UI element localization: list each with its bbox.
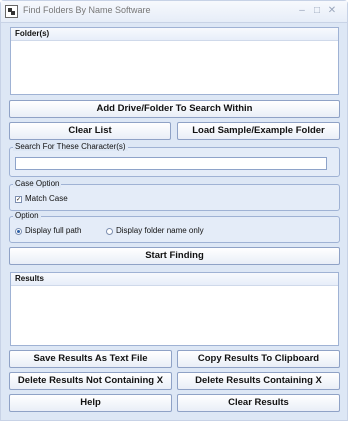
full-path-radio[interactable] xyxy=(15,228,22,235)
case-option-title: Case Option xyxy=(13,179,62,188)
delete-results-not-containing-button[interactable]: Delete Results Not Containing X xyxy=(9,372,172,390)
folders-header: Folder(s) xyxy=(11,28,338,41)
search-group-title: Search For These Character(s) xyxy=(13,142,128,151)
window-title: Find Folders By Name Software xyxy=(23,5,151,15)
start-finding-button[interactable]: Start Finding xyxy=(9,247,340,265)
folder-name-only-radio[interactable] xyxy=(106,228,113,235)
add-drive-folder-button[interactable]: Add Drive/Folder To Search Within xyxy=(9,100,340,118)
maximize-icon[interactable]: □ xyxy=(310,5,324,17)
case-option-group: Case Option ✓ Match Case xyxy=(9,179,340,211)
folders-list[interactable]: Folder(s) xyxy=(10,27,339,95)
clear-results-button[interactable]: Clear Results xyxy=(177,394,340,412)
folder-name-only-label: Display folder name only xyxy=(116,226,204,235)
app-window: Find Folders By Name Software – □ ✕ Fold… xyxy=(0,0,348,421)
match-case-checkbox[interactable]: ✓ xyxy=(15,196,22,203)
match-case-label: Match Case xyxy=(25,194,68,203)
load-sample-folder-button[interactable]: Load Sample/Example Folder xyxy=(177,122,340,140)
close-icon[interactable]: ✕ xyxy=(325,5,339,17)
help-button[interactable]: Help xyxy=(9,394,172,412)
save-results-text-button[interactable]: Save Results As Text File xyxy=(9,350,172,368)
app-icon xyxy=(5,5,18,18)
results-header: Results xyxy=(11,273,338,286)
clear-list-button[interactable]: Clear List xyxy=(9,122,171,140)
search-input[interactable] xyxy=(15,157,327,170)
copy-results-clipboard-button[interactable]: Copy Results To Clipboard xyxy=(177,350,340,368)
results-list[interactable]: Results xyxy=(10,272,339,346)
delete-results-containing-button[interactable]: Delete Results Containing X xyxy=(177,372,340,390)
option-group: Option Display full path Display folder … xyxy=(9,211,340,243)
option-title: Option xyxy=(13,211,41,220)
title-bar: Find Folders By Name Software – □ ✕ xyxy=(1,1,347,23)
minimize-icon[interactable]: – xyxy=(295,5,309,17)
full-path-label: Display full path xyxy=(25,226,82,235)
main-content: Folder(s) Add Drive/Folder To Search Wit… xyxy=(5,26,344,418)
search-group: Search For These Character(s) xyxy=(9,142,340,177)
